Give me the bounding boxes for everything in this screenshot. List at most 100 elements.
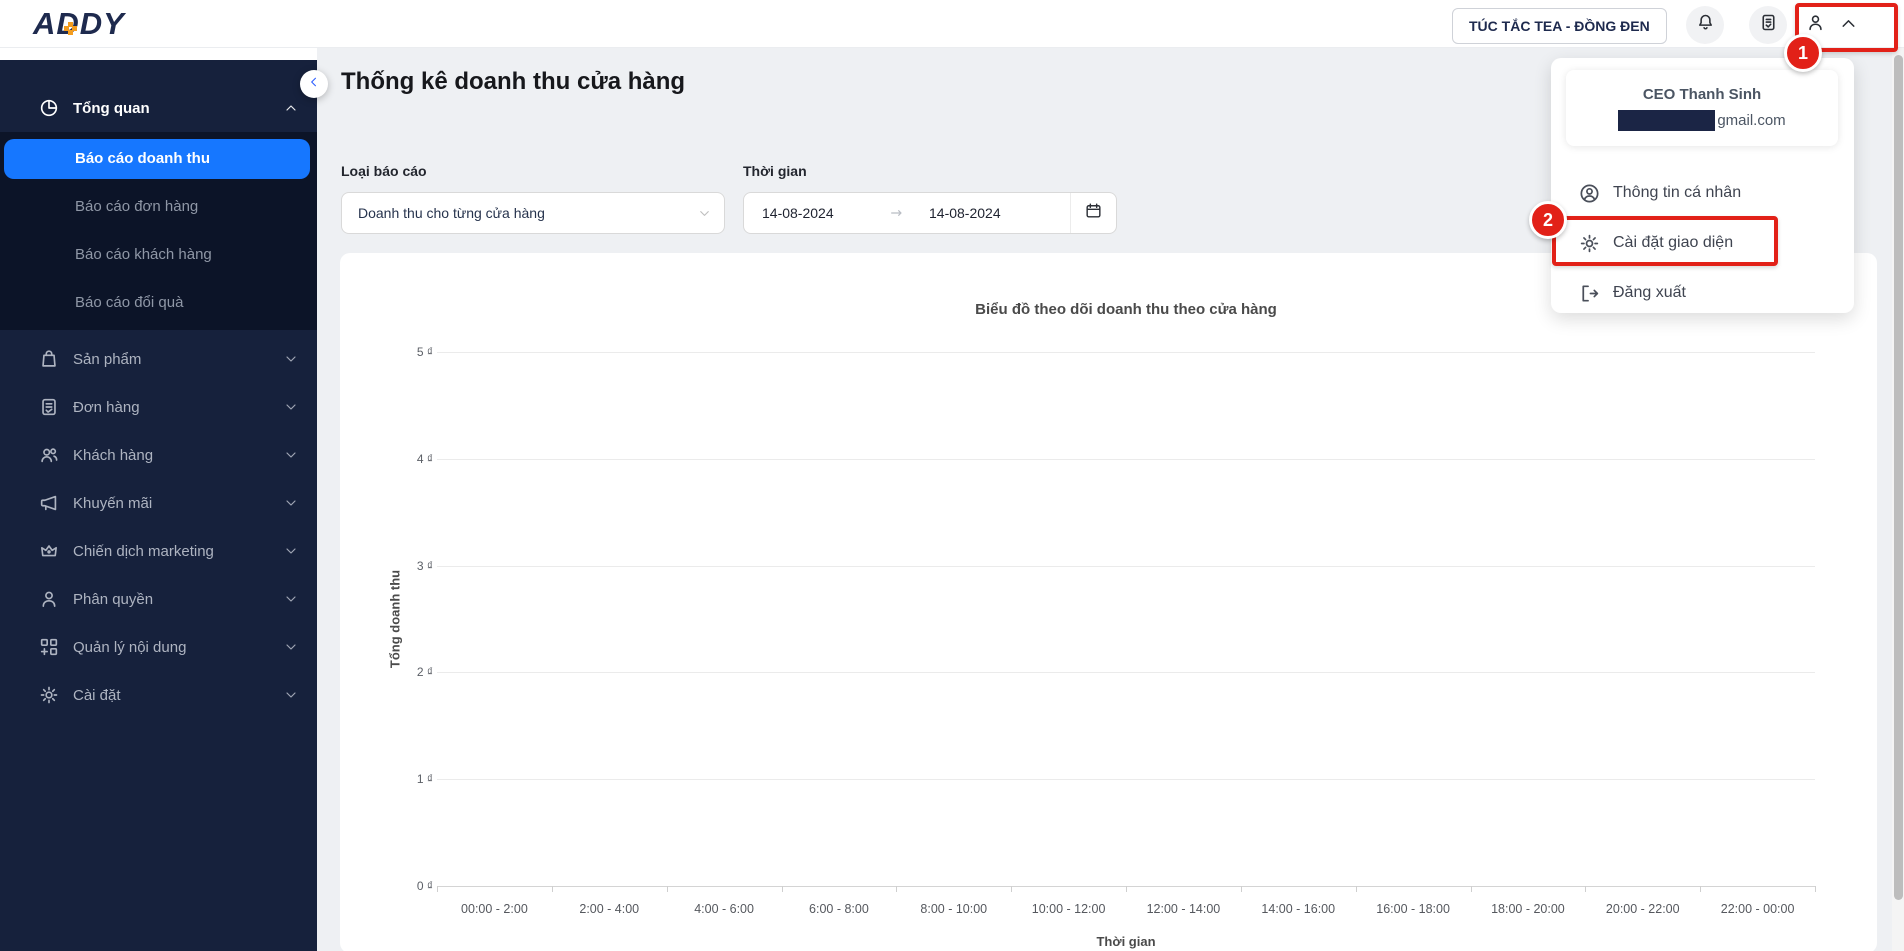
date-range-picker[interactable]: 14-08-2024 14-08-2024 [743, 192, 1117, 234]
page-scrollbar[interactable] [1892, 48, 1904, 951]
profile-card: CEO Thanh Sinh gmail.com [1566, 70, 1838, 146]
sidebar-collapse-button[interactable] [300, 70, 328, 98]
megaphone-icon [38, 492, 60, 514]
sidebar-item-đơn-hàng[interactable]: Đơn hàng [0, 383, 317, 431]
grid-icon [38, 636, 60, 658]
x-axis-title: Thời gian [1096, 934, 1156, 949]
addy-logo-text: ADDY [33, 6, 125, 41]
sidebar-item-quản-lý-nội-dung[interactable]: Quản lý nội dung [0, 623, 317, 671]
x-axis-tick [1126, 886, 1127, 892]
chevron-down-icon [283, 351, 299, 367]
chevron-down-icon [283, 687, 299, 703]
users-icon [38, 444, 60, 466]
date-to-value[interactable]: 14-08-2024 [915, 205, 1070, 221]
sidebar-item-sản-phẩm[interactable]: Sản phẩm [0, 335, 317, 383]
chevron-down-icon [283, 591, 299, 607]
x-tick-label: 20:00 - 22:00 [1605, 902, 1680, 916]
x-axis-tick [437, 886, 438, 892]
sidebar-subitem-báo-cáo-doanh-thu[interactable]: Báo cáo doanh thu [4, 139, 310, 179]
x-axis-tick [1815, 886, 1816, 892]
report-type-label: Loại báo cáo [341, 163, 427, 179]
gridline [437, 672, 1815, 674]
store-name-label: TÚC TẮC TEA - ĐỒNG ĐEN [1469, 18, 1650, 34]
user-menu-item-thông-tin-cá-nhân[interactable]: Thông tin cá nhân [1551, 168, 1854, 218]
chevron-left-icon [307, 75, 321, 94]
user-menu-item-đăng-xuất[interactable]: Đăng xuất [1551, 268, 1854, 318]
gridline [437, 565, 1815, 567]
sidebar-item-label: Phân quyền [73, 590, 154, 608]
x-axis-tick [1355, 886, 1357, 892]
user-dropdown-menu: CEO Thanh Sinh gmail.com Thông tin cá nh… [1551, 58, 1854, 313]
x-axis-tick [1240, 886, 1242, 892]
revenue-chart-card: Biểu đồ theo dõi doanh thu theo cửa hàng… [340, 253, 1877, 951]
store-selector-button[interactable]: TÚC TẮC TEA - ĐỒNG ĐEN [1452, 8, 1667, 44]
logout-icon [1578, 282, 1601, 305]
x-axis-tick [1585, 886, 1587, 892]
annotation-rect-interface-settings [1552, 216, 1778, 266]
sidebar-subitem-báo-cáo-khách-hàng[interactable]: Báo cáo khách hàng [0, 231, 317, 279]
sidebar-item-tổng-quan[interactable]: Tổng quan [0, 84, 317, 132]
sidebar-item-label: Chiến dịch marketing [73, 542, 214, 560]
sidebar-item-khách-hàng[interactable]: Khách hàng [0, 431, 317, 479]
orders-button[interactable] [1749, 6, 1787, 44]
gridline [437, 352, 1815, 353]
bell-icon [1695, 12, 1716, 38]
chart-plot-area [437, 352, 1815, 887]
x-tick-label: 18:00 - 20:00 [1491, 902, 1565, 916]
sidebar-item-label: Khách hàng [73, 446, 154, 464]
x-axis-tick [781, 886, 783, 892]
sidebar-item-phân-quyền[interactable]: Phân quyền [0, 575, 317, 623]
sidebar-item-label: Quản lý nội dung [73, 638, 187, 656]
report-type-value: Doanh thu cho từng cửa hàng [358, 205, 545, 221]
y-tick-label: 3 ₫ [416, 558, 433, 573]
pie-icon [38, 97, 60, 119]
user-menu-item-label: Thông tin cá nhân [1613, 184, 1742, 201]
x-axis-tick [1470, 886, 1472, 892]
page-title: Thống kê doanh thu cửa hàng [341, 68, 686, 95]
order-list-icon [1758, 12, 1779, 38]
chevron-down-icon [283, 639, 299, 655]
x-axis-tick [551, 886, 553, 892]
chevron-down-icon [283, 543, 299, 559]
sidebar-item-label: Cài đặt [73, 686, 121, 704]
sidebar-subitem-báo-cáo-đơn-hàng[interactable]: Báo cáo đơn hàng [0, 183, 317, 231]
profile-name: CEO Thanh Sinh [1642, 85, 1762, 103]
report-type-select[interactable]: Doanh thu cho từng cửa hàng [341, 192, 725, 234]
user-circle-icon [1578, 182, 1601, 205]
scrollbar-thumb[interactable] [1893, 55, 1903, 900]
profile-email: gmail.com [1618, 109, 1786, 131]
x-tick-label: 6:00 - 8:00 [809, 902, 869, 916]
sidebar-item-chiến-dịch-marketing[interactable]: Chiến dịch marketing [0, 527, 317, 575]
sidebar-item-label: Khuyến mãi [73, 494, 153, 512]
arrow-right-icon [889, 205, 915, 221]
time-range-label: Thời gian [743, 163, 807, 179]
chevron-down-icon [697, 206, 712, 221]
chevron-down-icon [283, 447, 299, 463]
top-header: ADDY TÚC TẮC TEA - ĐỒNG ĐEN [0, 0, 1904, 48]
addy-logo: ADDY [33, 5, 125, 43]
calendar-icon-button[interactable] [1070, 193, 1116, 233]
gridline [437, 779, 1815, 781]
x-tick-label: 22:00 - 00:00 [1720, 902, 1795, 916]
y-tick-label: 5 ₫ [416, 345, 433, 359]
sidebar: Tổng quan Báo cáo doanh thu Báo cáo đơn hà… [0, 48, 328, 951]
email-visible-text: gmail.com [1717, 111, 1786, 129]
addy-logo-accent [64, 22, 77, 35]
annotation-badge-1: 1 [1784, 34, 1822, 72]
chart-title: Biểu đồ theo dõi doanh thu theo cửa hàng [975, 301, 1277, 318]
x-tick-label: 16:00 - 18:00 [1376, 902, 1450, 916]
date-from-value[interactable]: 14-08-2024 [744, 205, 889, 221]
sidebar-item-khuyến-mãi[interactable]: Khuyến mãi [0, 479, 317, 527]
user-menu-item-label: Đăng xuất [1613, 284, 1686, 301]
x-tick-label: 2:00 - 4:00 [579, 902, 640, 916]
bag-icon [38, 348, 60, 370]
x-tick-label: 00:00 - 2:00 [461, 902, 528, 916]
sidebar-item-cài-đặt[interactable]: Cài đặt [0, 671, 317, 719]
sidebar-item-label: Tổng quan [73, 99, 150, 117]
notifications-button[interactable] [1686, 6, 1724, 44]
email-redaction-block [1618, 109, 1716, 131]
x-axis-tick [1700, 886, 1702, 892]
sidebar-subitem-báo-cáo-đổi-quà[interactable]: Báo cáo đổi quà [0, 279, 317, 327]
y-axis-title: Tổng doanh thu [387, 569, 403, 669]
y-tick-label: 2 ₫ [416, 665, 433, 680]
